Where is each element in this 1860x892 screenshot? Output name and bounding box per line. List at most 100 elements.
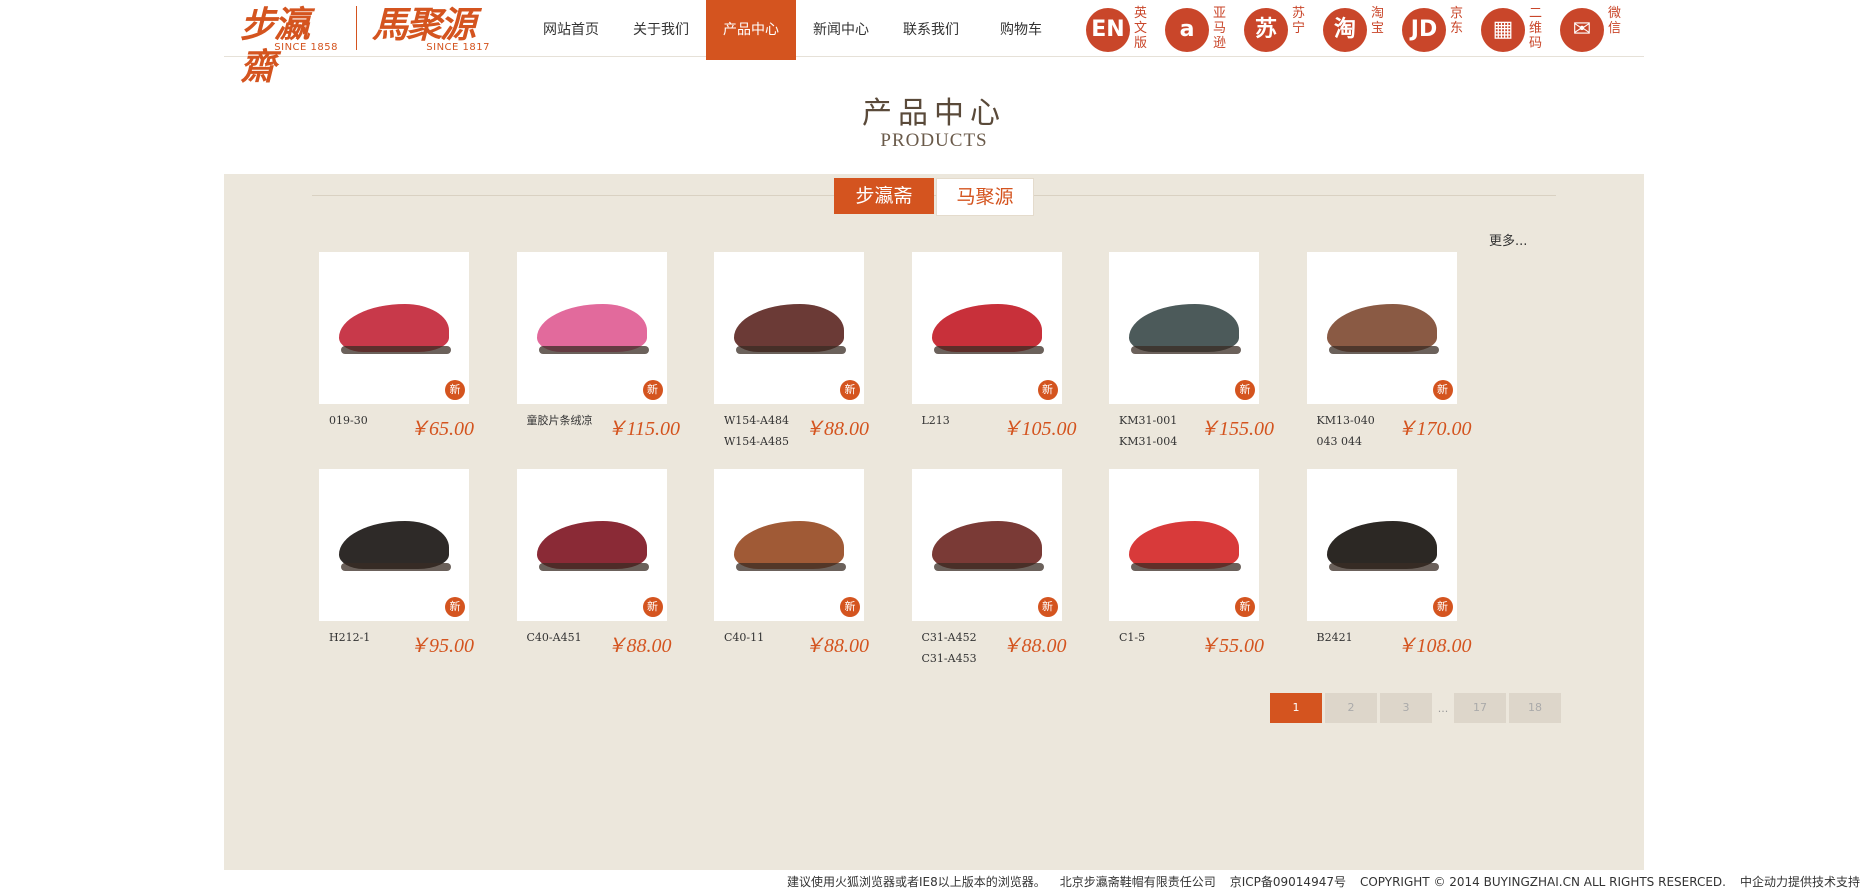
new-badge-icon: 新 [840, 380, 860, 400]
product-model[interactable]: L213 [922, 410, 1002, 431]
page-button-3[interactable]: 3 [1380, 693, 1432, 723]
product-card[interactable]: 新 W154-A484 W154-A485 ￥88.00 [714, 252, 911, 452]
tab-buyingzhai[interactable]: 步瀛斋 [834, 178, 934, 214]
product-image[interactable]: 新 [1306, 469, 1457, 621]
product-model[interactable]: KM13-040 043 044 [1317, 410, 1397, 452]
product-model[interactable]: 童胶片条绒凉 [527, 410, 607, 431]
product-card[interactable]: 新 C40-11 ￥88.00 [714, 469, 911, 669]
product-image[interactable]: 新 [714, 469, 864, 621]
page-button-1[interactable]: 1 [1270, 693, 1322, 723]
product-card[interactable]: 新 H212-1 ￥95.00 [319, 469, 516, 669]
link-amazon[interactable]: a 亚马逊 [1165, 6, 1244, 54]
product-card[interactable]: 新 KM31-001 KM31-004 ￥155.00 [1109, 252, 1306, 452]
shoe-image [931, 304, 1042, 352]
shoe-sole [538, 563, 649, 571]
product-card[interactable]: 新 019-30 ￥65.00 [319, 252, 516, 452]
majuyuan-logo[interactable]: 馬聚源 SINCE 1817 [372, 4, 492, 53]
shoe-sole [1328, 346, 1439, 354]
page-button-2[interactable]: 2 [1325, 693, 1377, 723]
footer-text: COPYRIGHT © 2014 BUYINGZHAI.CN ALL RIGHT… [1359, 875, 1726, 889]
shoe-sole [1131, 346, 1241, 354]
shoe-image [339, 304, 449, 352]
nav-contact[interactable]: 联系我们 [886, 0, 976, 60]
product-image[interactable]: 新 [1109, 469, 1259, 621]
product-price: ￥55.00 [1199, 635, 1264, 657]
product-image[interactable]: 新 [516, 252, 667, 404]
buyingzhai-logo[interactable]: 步瀛齋 SINCE 1858 [240, 4, 340, 88]
product-card[interactable]: 新 L213 ￥105.00 [911, 252, 1109, 452]
product-card[interactable]: 新 B2421 ￥108.00 [1306, 469, 1504, 669]
product-model[interactable]: H212-1 [329, 627, 409, 648]
page-button-18[interactable]: 18 [1509, 693, 1561, 723]
product-model[interactable]: C31-A452 C31-A453 [922, 627, 1002, 669]
shoe-image [931, 521, 1042, 569]
shoe-image [1326, 304, 1437, 352]
product-card[interactable]: 新童胶片条绒凉 ￥115.00 [516, 252, 714, 452]
product-price: ￥155.00 [1199, 418, 1274, 440]
page-title: 产品中心 [862, 96, 1006, 131]
nav-home[interactable]: 网站首页 [526, 0, 616, 60]
product-model[interactable]: W154-A484 W154-A485 [724, 410, 804, 452]
product-card[interactable]: 新 C40-A451 ￥88.00 [516, 469, 714, 669]
product-model[interactable]: C1-5 [1119, 627, 1199, 648]
product-card[interactable]: 新 KM13-040 043 044 ￥170.00 [1306, 252, 1504, 452]
product-price: ￥65.00 [409, 418, 474, 440]
shoe-sole [933, 346, 1044, 354]
new-badge-icon: 新 [1037, 380, 1058, 400]
suning-icon: 苏 [1244, 8, 1288, 52]
product-price: ￥108.00 [1396, 635, 1472, 657]
nav-news[interactable]: 新闻中心 [796, 0, 886, 60]
logo-buyingzhai-since: SINCE 1858 [274, 42, 338, 53]
new-badge-icon: 新 [840, 597, 860, 617]
product-image[interactable]: 新 [319, 252, 469, 404]
link-qrcode-label: 二维码 [1529, 6, 1543, 51]
link-jd-label: 京东 [1450, 6, 1464, 36]
product-model[interactable]: C40-A451 [527, 627, 607, 648]
link-taobao[interactable]: 淘 淘宝 [1323, 6, 1402, 54]
link-suning[interactable]: 苏 苏宁 [1244, 6, 1323, 54]
new-badge-icon: 新 [445, 380, 465, 400]
pagination: 1 2 3... 17 18 [1270, 693, 1564, 723]
link-english[interactable]: EN 英文版 [1086, 6, 1165, 54]
shoe-image [1129, 521, 1239, 569]
product-image[interactable]: 新 [1109, 252, 1259, 404]
new-badge-icon: 新 [1037, 597, 1058, 617]
footer-text: 建议使用火狐浏览器或者IE8以上版本的浏览器。 [786, 875, 1046, 889]
product-price: ￥170.00 [1396, 418, 1472, 440]
link-qrcode[interactable]: ▦ 二维码 [1481, 6, 1560, 54]
more-link[interactable]: 更多... [1489, 230, 1527, 249]
product-price: ￥88.00 [804, 635, 869, 657]
product-model[interactable]: C40-11 [724, 627, 804, 648]
product-model[interactable]: KM31-001 KM31-004 [1119, 410, 1199, 452]
nav-about[interactable]: 关于我们 [616, 0, 706, 60]
product-card[interactable]: 新 C31-A452 C31-A453 ￥88.00 [911, 469, 1109, 669]
product-image[interactable]: 新 [911, 469, 1062, 621]
link-english-label: 英文版 [1134, 6, 1148, 51]
shoe-image [536, 304, 647, 352]
product-image[interactable]: 新 [714, 252, 864, 404]
product-price: ￥105.00 [1001, 418, 1077, 440]
product-image[interactable]: 新 [319, 469, 469, 621]
product-image[interactable]: 新 [911, 252, 1062, 404]
page-button-17[interactable]: 17 [1454, 693, 1506, 723]
english-icon: EN [1086, 8, 1130, 52]
shoe-sole [736, 346, 846, 354]
shoe-image [1129, 304, 1239, 352]
nav-cart[interactable]: 购物车 [976, 0, 1066, 60]
product-card[interactable]: 新 C1-5 ￥55.00 [1109, 469, 1306, 669]
link-suning-label: 苏宁 [1292, 6, 1306, 36]
footer-text: 北京步瀛斋鞋帽有限责任公司 [1059, 875, 1216, 889]
link-jd[interactable]: JD 京东 [1402, 6, 1481, 54]
product-image[interactable]: 新 [516, 469, 667, 621]
nav-products[interactable]: 产品中心 [706, 0, 796, 60]
shoe-image [339, 521, 449, 569]
product-model[interactable]: 019-30 [329, 410, 409, 431]
product-image[interactable]: 新 [1306, 252, 1457, 404]
link-taobao-label: 淘宝 [1371, 6, 1385, 36]
tab-majuyuan[interactable]: 马聚源 [936, 178, 1034, 216]
shoe-sole [1328, 563, 1439, 571]
site-footer: 建议使用火狐浏览器或者IE8以上版本的浏览器。 北京步瀛斋鞋帽有限责任公司 京ICP… [0, 873, 1860, 892]
new-badge-icon: 新 [642, 597, 663, 617]
link-wechat[interactable]: ✉ 微信 [1560, 6, 1639, 54]
product-model[interactable]: B2421 [1317, 627, 1397, 648]
